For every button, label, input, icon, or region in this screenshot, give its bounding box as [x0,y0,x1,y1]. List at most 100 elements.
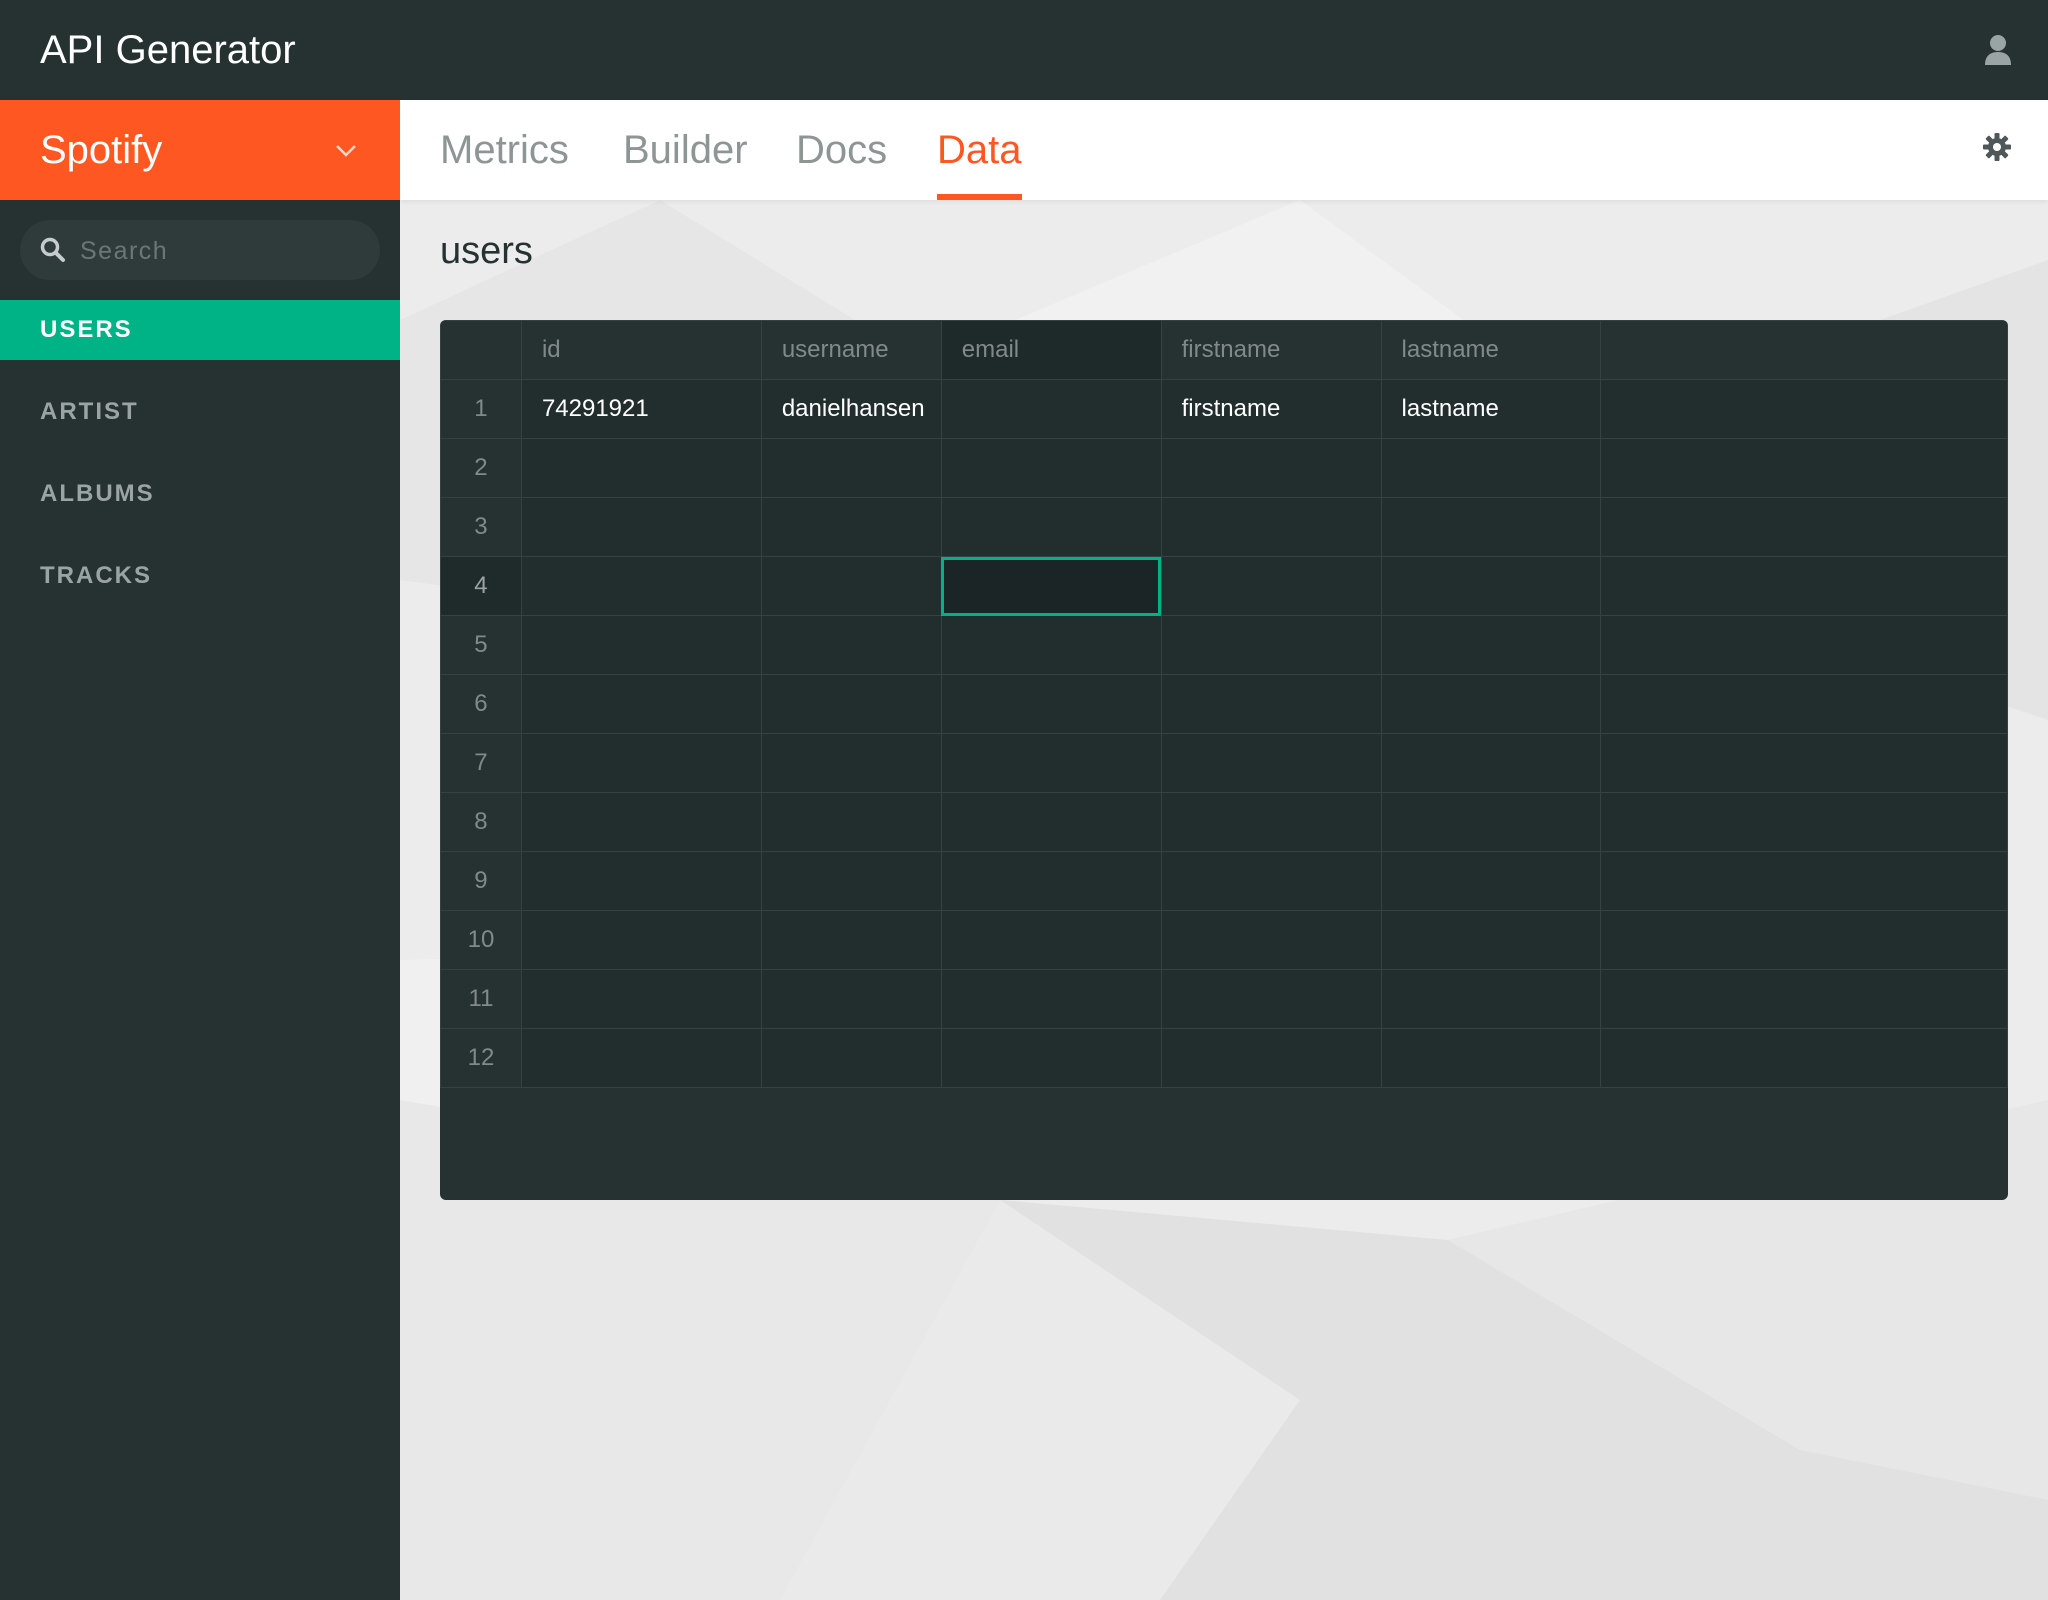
table-cell-firstname[interactable] [1160,1028,1382,1088]
table-cell-firstname[interactable] [1160,438,1382,498]
tab-bar: Metrics Builder Docs Data [400,100,2048,200]
column-header-firstname[interactable]: firstname [1160,320,1382,380]
table-cell-username[interactable] [760,969,942,1029]
table-cell-id[interactable] [520,674,762,734]
row-number[interactable]: 9 [440,851,522,911]
row-number[interactable]: 6 [440,674,522,734]
table-cell-email[interactable] [940,379,1162,439]
table-cell-email[interactable] [940,556,1162,616]
table-cell-firstname[interactable] [1160,969,1382,1029]
column-header-email[interactable]: email [940,320,1162,380]
table-cell-id[interactable] [520,851,762,911]
table-cell-username[interactable] [760,851,942,911]
table-cell-id[interactable] [520,792,762,852]
table-cell-id[interactable] [520,969,762,1029]
tab-builder[interactable]: Builder [623,126,748,200]
user-icon[interactable] [1984,34,2012,66]
table-cell-lastname[interactable] [1380,674,1602,734]
table-cell-email[interactable] [940,1028,1162,1088]
table-cell-username[interactable] [760,674,942,734]
row-number[interactable]: 4 [440,556,522,616]
table-cell-username[interactable] [760,792,942,852]
sidebar-item-users[interactable]: USERS [0,300,400,360]
row-number[interactable]: 2 [440,438,522,498]
gear-icon[interactable] [1982,132,2012,162]
table-cell-username[interactable] [760,910,942,970]
table-cell-id[interactable] [520,438,762,498]
table-cell-username[interactable] [760,1028,942,1088]
table-cell-email[interactable] [940,438,1162,498]
table-cell-email[interactable] [940,792,1162,852]
row-number[interactable]: 8 [440,792,522,852]
row-number[interactable]: 10 [440,910,522,970]
table-cell-email[interactable] [940,969,1162,1029]
table-cell-firstname[interactable]: firstname [1160,379,1382,439]
table-cell-lastname[interactable] [1380,497,1602,557]
table-cell-id[interactable] [520,615,762,675]
row-number[interactable]: 3 [440,497,522,557]
table-cell-id[interactable] [520,497,762,557]
table-cell-firstname[interactable] [1160,615,1382,675]
table-cell-email[interactable] [940,674,1162,734]
row-number[interactable]: 12 [440,1028,522,1088]
table-cell-username[interactable] [760,615,942,675]
table-cell-lastname[interactable] [1380,851,1602,911]
table-cell-firstname[interactable] [1160,674,1382,734]
table-cell-firstname[interactable] [1160,733,1382,793]
sidebar-item-artist[interactable]: ARTIST [0,382,400,442]
column-header-lastname[interactable]: lastname [1380,320,1602,380]
data-table: id username email firstname lastname 1 74… [440,320,2008,1088]
data-table-panel: id username email firstname lastname 1 74… [440,320,2008,1200]
column-header-username[interactable]: username [760,320,942,380]
top-bar: API Generator [0,0,2048,100]
table-cell-username[interactable] [760,497,942,557]
table-cell-username[interactable] [760,438,942,498]
table-cell-lastname[interactable] [1380,615,1602,675]
table-cell-id[interactable] [520,733,762,793]
table-cell-firstname[interactable] [1160,556,1382,616]
search-input[interactable] [78,230,362,272]
table-cell-username[interactable] [760,733,942,793]
sidebar-item-tracks[interactable]: TRACKS [0,546,400,606]
table-cell-email[interactable] [940,497,1162,557]
row-number[interactable]: 7 [440,733,522,793]
table-cell-username[interactable]: danielhansen [760,379,942,439]
table-cell-firstname[interactable] [1160,497,1382,557]
row-number[interactable]: 5 [440,615,522,675]
sidebar-item-albums[interactable]: ALBUMS [0,464,400,524]
column-header-id[interactable]: id [520,320,762,380]
table-cell-lastname[interactable] [1380,733,1602,793]
table-cell-lastname[interactable]: lastname [1380,379,1602,439]
table-cell-lastname[interactable] [1380,910,1602,970]
table-cell-lastname[interactable] [1380,792,1602,852]
table-row: 12 [440,1028,2008,1088]
table-cell-email[interactable] [940,733,1162,793]
table-cell-firstname[interactable] [1160,851,1382,911]
table-cell-lastname[interactable] [1380,969,1602,1029]
search-box [20,220,380,280]
table-cell-firstname[interactable] [1160,792,1382,852]
row-number-header [440,320,522,380]
table-cell-id[interactable] [520,556,762,616]
sidebar-item-label: USERS [40,316,133,343]
tab-docs[interactable]: Docs [796,126,887,200]
table-cell-lastname[interactable] [1380,1028,1602,1088]
table-cell-id[interactable] [520,1028,762,1088]
project-selector[interactable]: Spotify [0,100,400,200]
table-cell-email[interactable] [940,851,1162,911]
table-cell-lastname[interactable] [1380,438,1602,498]
tab-data[interactable]: Data [937,126,1022,200]
table-cell-email[interactable] [940,615,1162,675]
table-cell-id[interactable]: 74291921 [520,379,762,439]
table-cell-empty [1600,379,2008,439]
tab-metrics[interactable]: Metrics [440,126,569,200]
table-cell-id[interactable] [520,910,762,970]
table-cell-firstname[interactable] [1160,910,1382,970]
table-cell-email[interactable] [940,910,1162,970]
row-number[interactable]: 1 [440,379,522,439]
table-row: 5 [440,615,2008,675]
table-cell-lastname[interactable] [1380,556,1602,616]
table-row: 11 [440,969,2008,1029]
row-number[interactable]: 11 [440,969,522,1029]
table-cell-username[interactable] [760,556,942,616]
